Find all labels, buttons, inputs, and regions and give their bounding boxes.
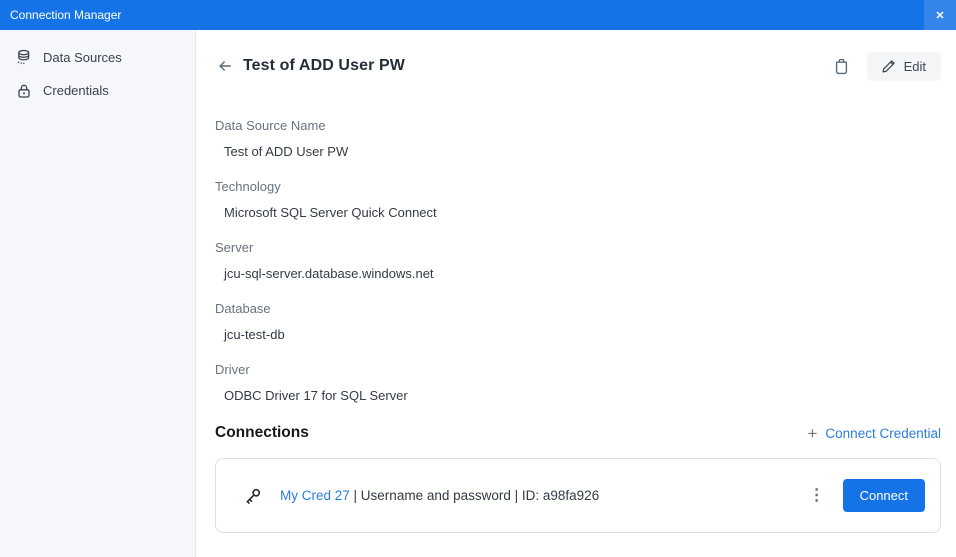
detail-fields: Data Source Name Test of ADD User PW Tec… [215,118,941,403]
field-value: Test of ADD User PW [215,144,941,159]
connection-manager-window: Connection Manager ✕ Data Sources [0,0,956,557]
close-icon: ✕ [935,9,944,22]
plus-icon: + [807,425,817,442]
sidebar-item-credentials[interactable]: Credentials [0,74,195,107]
connect-button[interactable]: Connect [843,479,925,512]
connection-menu-button[interactable]: ⋮ [803,484,831,508]
field-value: jcu-test-db [215,327,941,342]
credential-name-link[interactable]: My Cred 27 [280,488,350,503]
edit-button-label: Edit [904,59,926,74]
back-arrow-icon [217,58,233,74]
lock-icon [15,82,32,99]
sidebar-item-data-sources[interactable]: Data Sources [0,41,195,74]
kebab-icon: ⋮ [809,487,825,504]
page-header: Test of ADD User PW Edit [215,50,941,82]
connect-credential-link[interactable]: + Connect Credential [807,425,941,442]
field-label: Driver [215,362,941,377]
connections-heading: Connections [215,424,309,442]
field-label: Server [215,240,941,255]
field-data-source-name: Data Source Name Test of ADD User PW [215,118,941,159]
pencil-icon [882,59,896,73]
main-panel: Test of ADD User PW Edit [197,30,956,557]
field-technology: Technology Microsoft SQL Server Quick Co… [215,179,941,220]
window-title: Connection Manager [10,8,121,22]
edit-button[interactable]: Edit [867,52,941,81]
connect-credential-label: Connect Credential [825,426,941,441]
back-button[interactable] [215,56,235,76]
field-value: Microsoft SQL Server Quick Connect [215,205,941,220]
field-value: ODBC Driver 17 for SQL Server [215,388,941,403]
field-label: Technology [215,179,941,194]
field-value: jcu-sql-server.database.windows.net [215,266,941,281]
sidebar: Data Sources Credentials [0,30,196,557]
field-label: Data Source Name [215,118,941,133]
credential-details: | Username and password | ID: a98fa926 [354,488,600,503]
field-database: Database jcu-test-db [215,301,941,342]
sidebar-item-label: Credentials [43,83,109,98]
connections-header: Connections + Connect Credential [215,424,941,442]
page-title: Test of ADD User PW [243,57,405,75]
close-button[interactable]: ✕ [924,0,956,30]
field-label: Database [215,301,941,316]
database-icon [15,49,32,66]
field-driver: Driver ODBC Driver 17 for SQL Server [215,362,941,403]
sidebar-item-label: Data Sources [43,50,122,65]
titlebar: Connection Manager ✕ [0,0,956,30]
connection-summary: My Cred 27 | Username and password | ID:… [280,488,803,503]
delete-button[interactable] [831,55,852,77]
trash-icon [833,57,850,75]
key-icon [243,486,263,506]
header-actions: Edit [831,52,941,81]
connection-card: My Cred 27 | Username and password | ID:… [215,458,941,533]
field-server: Server jcu-sql-server.database.windows.n… [215,240,941,281]
